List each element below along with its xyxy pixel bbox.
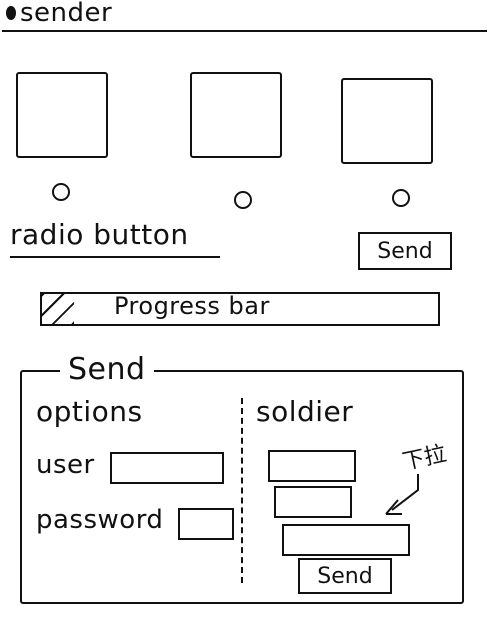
radio-option-1[interactable] bbox=[52, 183, 70, 201]
soldier-wide-field[interactable] bbox=[282, 524, 410, 556]
progress-bar: Progress bar bbox=[40, 292, 440, 326]
send-button-bottom[interactable]: Send bbox=[298, 558, 392, 594]
progress-fill bbox=[42, 294, 74, 324]
column-divider bbox=[241, 398, 243, 583]
password-label: password bbox=[36, 505, 164, 535]
window-title: sender bbox=[20, 0, 113, 28]
send-panel-legend: Send bbox=[60, 352, 154, 387]
radio-option-2[interactable] bbox=[234, 191, 252, 209]
annotation-arrow-icon bbox=[378, 470, 432, 520]
user-label: user bbox=[36, 450, 95, 480]
radio-group-label: radio button bbox=[10, 218, 189, 251]
soldier-field-1[interactable] bbox=[268, 450, 356, 482]
app-dot-icon bbox=[6, 6, 16, 20]
title-divider bbox=[2, 30, 487, 32]
radio-label-underline bbox=[10, 256, 220, 258]
progress-label: Progress bar bbox=[114, 292, 270, 320]
image-box-2[interactable] bbox=[190, 72, 282, 158]
user-input[interactable] bbox=[110, 452, 224, 484]
image-box-1[interactable] bbox=[16, 72, 108, 158]
options-heading: options bbox=[36, 395, 143, 428]
radio-option-3[interactable] bbox=[392, 189, 410, 207]
image-box-3[interactable] bbox=[341, 78, 433, 164]
password-input[interactable] bbox=[178, 508, 234, 540]
send-button-top[interactable]: Send bbox=[358, 232, 452, 270]
soldier-field-2[interactable] bbox=[274, 486, 352, 518]
soldier-heading: soldier bbox=[256, 395, 354, 428]
title-bar: sender bbox=[6, 0, 112, 28]
